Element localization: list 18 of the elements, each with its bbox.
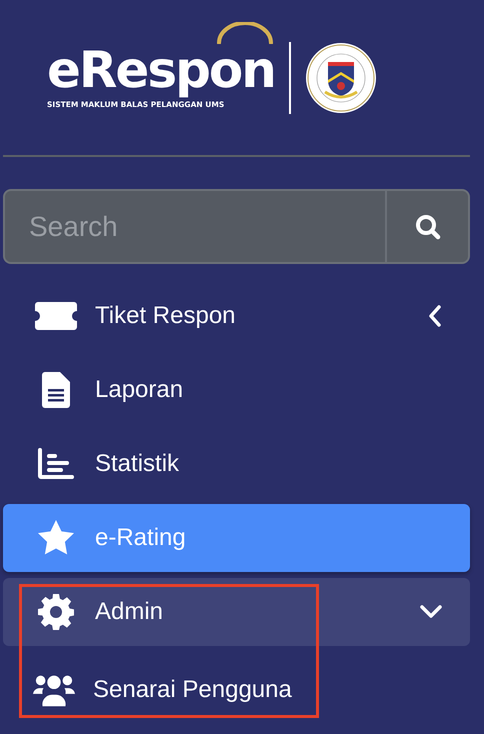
document-icon: [42, 372, 70, 408]
star-icon: [37, 520, 75, 556]
chevron-left-icon: [428, 305, 442, 327]
menu-item[interactable]: Laporan: [3, 356, 470, 424]
chevron-down-icon: [420, 605, 442, 619]
menu-item[interactable]: Tiket Respon: [3, 282, 470, 350]
settings-icon: [38, 594, 74, 630]
headset-icon: [215, 22, 275, 44]
menu-item[interactable]: Statistik: [3, 430, 470, 498]
search-icon: [414, 214, 440, 240]
ticket-icon: [35, 302, 77, 330]
menu-item[interactable]: Admin: [3, 578, 470, 646]
search-field[interactable]: Search: [3, 189, 385, 264]
bar-chart-icon: [38, 448, 74, 480]
brand-name: eRespon: [47, 44, 275, 95]
users-icon: [33, 673, 75, 707]
search-button[interactable]: [385, 189, 470, 264]
submenu-item[interactable]: Senarai Pengguna: [3, 652, 470, 728]
